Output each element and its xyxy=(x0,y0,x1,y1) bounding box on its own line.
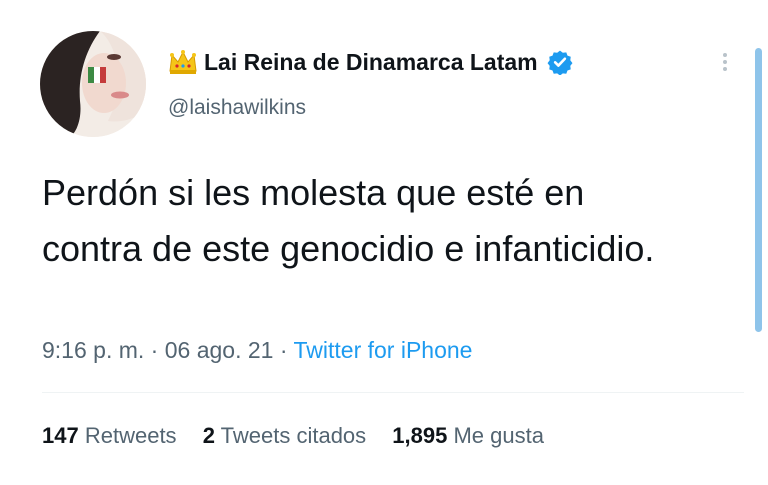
avatar-image xyxy=(40,31,146,137)
retweets-label: Retweets xyxy=(84,423,177,448)
tweet-text: Perdón si les molesta que esté en contra… xyxy=(42,172,655,269)
engagement-stats: 147 Retweets 2 Tweets citados 1,895 Me g… xyxy=(42,423,544,449)
avatar[interactable] xyxy=(40,31,146,137)
quotes-label: Tweets citados xyxy=(220,423,367,448)
author-handle[interactable]: @laishawilkins xyxy=(168,96,306,120)
tweet-time[interactable]: 9:16 p. m. xyxy=(42,337,144,363)
likes-count: 1,895 xyxy=(392,423,448,448)
likes-stat[interactable]: 1,895 Me gusta xyxy=(392,423,544,448)
verified-badge-icon xyxy=(547,50,573,75)
divider xyxy=(42,392,744,393)
meta-separator: · xyxy=(279,337,288,363)
meta-separator: · xyxy=(150,337,159,363)
crown-icon xyxy=(169,50,197,74)
tweet-source-link[interactable]: Twitter for iPhone xyxy=(294,337,473,363)
author-name-row[interactable]: Lai Reina de Dinamarca Latam xyxy=(168,42,573,82)
quotes-stat[interactable]: 2 Tweets citados xyxy=(203,423,366,448)
likes-label: Me gusta xyxy=(453,423,544,448)
tweet-date[interactable]: 06 ago. 21 xyxy=(165,337,274,363)
scrollbar[interactable] xyxy=(755,48,762,332)
display-name[interactable]: Lai Reina de Dinamarca Latam xyxy=(204,49,538,76)
tweet-metadata: 9:16 p. m. · 06 ago. 21 · Twitter for iP… xyxy=(42,337,472,364)
more-options-icon[interactable] xyxy=(717,48,733,84)
quotes-count: 2 xyxy=(202,423,215,448)
retweets-stat[interactable]: 147 Retweets xyxy=(42,423,177,448)
retweets-count: 147 xyxy=(42,423,79,448)
